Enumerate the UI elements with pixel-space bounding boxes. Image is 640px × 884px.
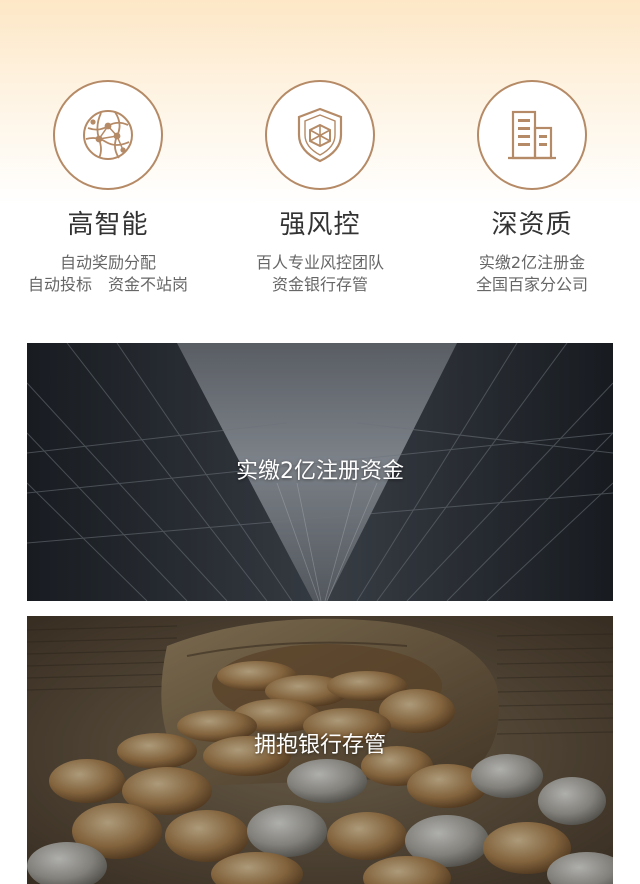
feature-title: 强风控 [279, 210, 361, 240]
feature-list: 高智能 自动奖励分配 自动投标 资金不站岗 强风控 百人专业风控团队 资金银行存… [0, 80, 640, 310]
feature-intelligent: 高智能 自动奖励分配 自动投标 资金不站岗 [2, 80, 214, 296]
feature-desc-line: 实缴2亿注册金 [478, 253, 586, 272]
feature-desc-line: 自动投标 资金不站岗 [27, 275, 188, 294]
feature-risk-control: 强风控 百人专业风控团队 资金银行存管 [214, 80, 426, 296]
feature-description: 实缴2亿注册金 全国百家分公司 [426, 252, 638, 296]
globe-network-icon [83, 110, 133, 160]
feature-title: 深资质 [491, 210, 573, 240]
banner-bank-custody: 拥抱银行存管 [27, 616, 613, 884]
banner-caption: 拥抱银行存管 [253, 733, 386, 758]
feature-description: 百人专业风控团队 资金银行存管 [214, 252, 426, 296]
banner-registered-capital: 实缴2亿注册资金 [27, 343, 613, 601]
feature-desc-line: 自动奖励分配 [59, 253, 156, 272]
feature-title: 高智能 [67, 210, 149, 240]
feature-icon-circle [53, 80, 163, 190]
feature-description: 自动奖励分配 自动投标 资金不站岗 [2, 252, 214, 296]
banner-caption: 实缴2亿注册资金 [236, 459, 404, 484]
feature-desc-line: 全国百家分公司 [475, 275, 588, 294]
feature-desc-line: 百人专业风控团队 [255, 253, 384, 272]
shield-icon [297, 107, 343, 163]
feature-icon-circle [265, 80, 375, 190]
building-icon [508, 110, 556, 160]
feature-qualification: 深资质 实缴2亿注册金 全国百家分公司 [426, 80, 638, 296]
feature-desc-line: 资金银行存管 [271, 275, 368, 294]
feature-icon-circle [477, 80, 587, 190]
